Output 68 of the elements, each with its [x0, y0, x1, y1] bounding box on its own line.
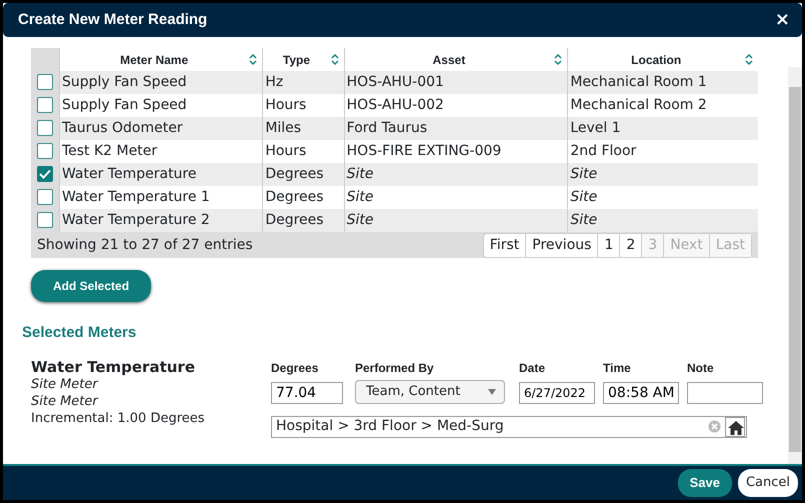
section-heading: Selected Meters	[22, 323, 138, 343]
degrees-field[interactable]: 77.04	[271, 382, 343, 404]
table-cell: Degrees	[262, 163, 344, 186]
location-field[interactable]: Hospital > 3rd Floor > Med-Surg	[271, 416, 747, 438]
field-label: Note	[687, 360, 715, 376]
entries-info: Showing 21 to 27 of 27 entries	[37, 236, 253, 254]
meter-subtitle: Site Meter	[31, 376, 100, 392]
table-cell: Ford Taurus	[344, 117, 568, 140]
checkbox[interactable]	[36, 120, 53, 136]
window-title: Create New Meter Reading	[18, 10, 208, 30]
table-cell: Taurus Odometer	[59, 117, 263, 140]
table-cell: Mechanical Room 1	[568, 71, 758, 94]
field-label: Date	[519, 360, 546, 376]
table-cell: 2nd Floor	[568, 140, 758, 163]
close-button[interactable]: ×	[774, 11, 790, 29]
column-header[interactable]: Asset	[344, 48, 568, 71]
table-cell: Water Temperature 1	[59, 186, 263, 209]
checkbox[interactable]	[36, 74, 53, 90]
table-cell: Water Temperature 2	[59, 209, 263, 232]
table-cell: Level 1	[568, 117, 758, 140]
table-cell: Hz	[262, 71, 344, 94]
date-field[interactable]: 6/27/2022	[519, 382, 595, 404]
sort-icon[interactable]	[330, 54, 339, 65]
field-label: Degrees	[271, 360, 320, 376]
table-cell: Degrees	[262, 209, 344, 232]
checkbox[interactable]	[36, 143, 53, 160]
meter-increment: Incremental: 1.00 Degrees	[31, 410, 206, 426]
table-cell: Supply Fan Speed	[59, 94, 263, 117]
column-header[interactable]: Meter Name	[59, 48, 263, 71]
meter-subtitle: Site Meter	[31, 392, 100, 410]
meter-name: Water Temperature	[31, 358, 196, 376]
table-cell: Site	[568, 163, 758, 186]
table-cell: Miles	[262, 117, 344, 140]
field-label: Time	[603, 360, 632, 376]
checkbox[interactable]	[36, 166, 53, 182]
table-cell: Site	[568, 209, 758, 232]
scrollbar[interactable]	[788, 67, 802, 464]
home-icon[interactable]	[725, 416, 745, 436]
column-header[interactable]: Location	[568, 48, 758, 71]
table-cell: Site	[568, 186, 758, 209]
checkbox[interactable]	[36, 189, 53, 206]
table-cell: Site	[344, 209, 568, 232]
table-cell: Site	[344, 186, 568, 209]
time-field[interactable]: 08:58 AM	[603, 382, 679, 404]
caret-icon	[488, 388, 496, 394]
field-label: Performed By	[355, 360, 435, 376]
table-cell: Mechanical Room 2	[568, 94, 758, 117]
table-cell: Supply Fan Speed	[59, 71, 263, 94]
cancel-button[interactable]: Cancel	[738, 469, 798, 497]
table-cell: Hours	[262, 94, 344, 117]
add-selected-button[interactable]: Add Selected	[31, 270, 152, 302]
table-cell: Hours	[262, 140, 344, 163]
table-cell: HOS-FIRE EXTING-009	[344, 140, 568, 163]
table-cell: Site	[344, 163, 568, 186]
sort-icon[interactable]	[249, 54, 258, 65]
sort-icon[interactable]	[745, 54, 753, 65]
table-cell: Water Temperature	[59, 163, 263, 186]
table-cell: HOS-AHU-001	[344, 71, 568, 94]
checkbox[interactable]	[36, 97, 53, 114]
table-cell: HOS-AHU-002	[344, 94, 568, 117]
table-cell: Test K2 Meter	[59, 140, 263, 163]
performed-by-dropdown[interactable]: Team, Content	[355, 380, 505, 404]
table-cell: Degrees	[262, 186, 344, 209]
checkbox[interactable]	[36, 212, 53, 228]
save-button[interactable]: Save	[678, 469, 732, 497]
column-header[interactable]: Type	[262, 48, 344, 71]
note-field[interactable]	[687, 382, 763, 404]
sort-icon[interactable]	[554, 54, 562, 65]
